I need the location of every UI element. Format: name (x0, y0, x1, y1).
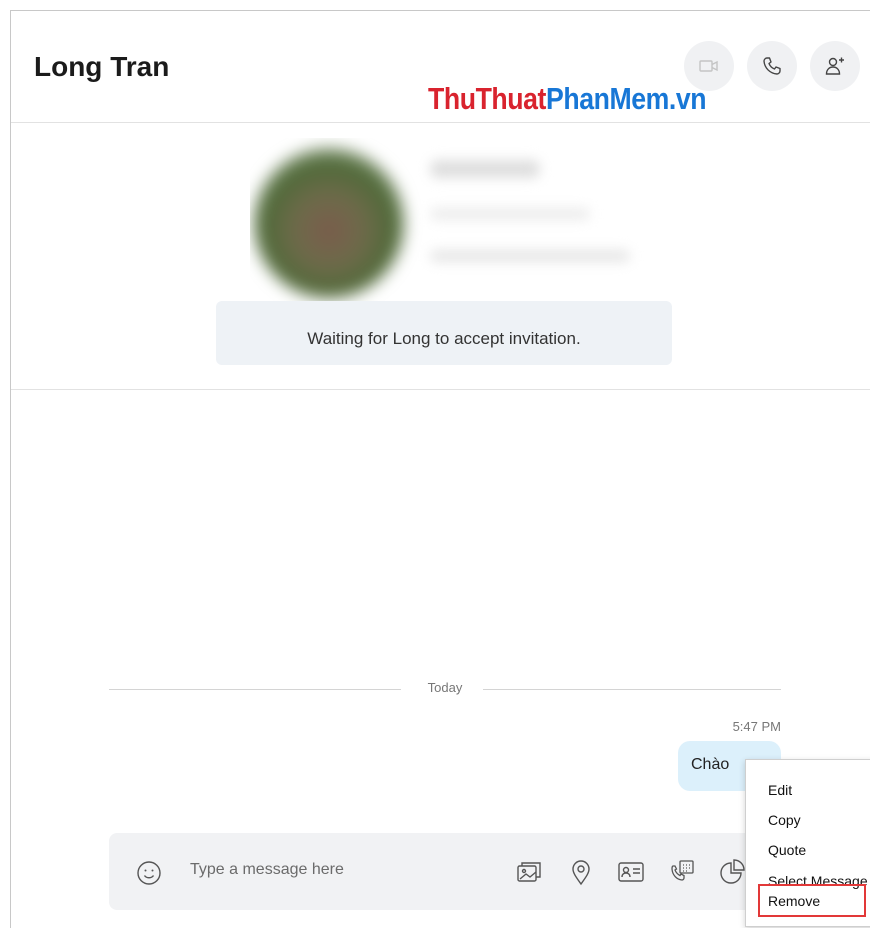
invitation-status-box: Waiting for Long to accept invitation. (216, 301, 672, 365)
chat-header: Long Tran ThuThuatPhanMem.vn (11, 11, 870, 123)
poll-button[interactable] (717, 857, 747, 887)
video-call-button[interactable] (684, 41, 734, 91)
location-button[interactable] (566, 857, 596, 887)
media-button[interactable] (514, 857, 544, 887)
message-composer: Type a message here (109, 833, 809, 910)
avatar (254, 148, 404, 298)
poll-icon (720, 859, 745, 884)
contact-card-icon (618, 862, 644, 882)
day-label: Today (427, 680, 463, 695)
video-camera-icon (699, 60, 718, 72)
menu-item-copy[interactable]: Copy (768, 809, 801, 831)
chat-window: Long Tran ThuThuatPhanMem.vn Waiting for… (10, 10, 870, 928)
blurred-profile-card (250, 138, 658, 313)
invitation-status-text: Waiting for Long to accept invitation. (307, 329, 581, 348)
message-timestamp: 5:47 PM (732, 719, 781, 734)
add-person-icon (825, 57, 844, 75)
message-context-menu: Edit Copy Quote Select Message Remove (745, 759, 870, 927)
contact-card-button[interactable] (616, 857, 646, 887)
day-separator: Today (109, 680, 781, 700)
schedule-call-button[interactable] (667, 857, 697, 887)
audio-call-button[interactable] (747, 41, 797, 91)
menu-item-remove[interactable]: Remove (768, 890, 820, 912)
blurred-detail-2 (430, 250, 630, 262)
emoji-icon[interactable] (136, 860, 162, 886)
watermark-part-2: PhanMem.vn (545, 81, 707, 116)
blurred-name (430, 160, 540, 178)
add-people-button[interactable] (810, 41, 860, 91)
message-text: Chào (691, 756, 730, 773)
contact-name-title: Long Tran (34, 51, 170, 82)
watermark-part-1: ThuThuat (428, 81, 546, 116)
separator-line-left (109, 689, 401, 690)
media-icon (517, 862, 541, 882)
phone-icon (763, 57, 781, 75)
blurred-detail-1 (430, 208, 590, 220)
menu-item-edit[interactable]: Edit (768, 779, 792, 801)
watermark: ThuThuatPhanMem.vn (428, 81, 707, 117)
menu-item-quote[interactable]: Quote (768, 839, 806, 861)
location-icon (572, 860, 590, 886)
schedule-call-icon (671, 860, 694, 881)
separator-line-right (483, 689, 781, 690)
message-input[interactable]: Type a message here (190, 861, 344, 879)
contact-request-area: Waiting for Long to accept invitation. (11, 123, 870, 390)
